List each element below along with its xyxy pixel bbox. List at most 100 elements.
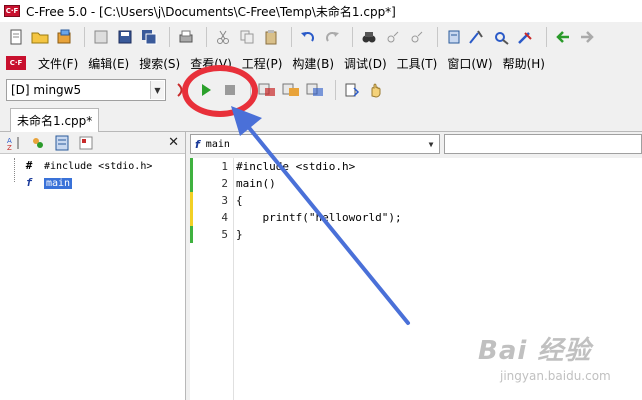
tab-label: 未命名1.cpp* (17, 114, 93, 128)
find-next-icon[interactable] (383, 27, 403, 47)
symbol-tree: # #include <stdio.h> f main (0, 154, 185, 191)
code-text: #include <stdio.h> (236, 160, 356, 173)
back-arrow-icon[interactable] (553, 27, 573, 47)
save-all-icon[interactable] (139, 27, 159, 47)
toolbar-separator (335, 80, 336, 100)
code-line[interactable]: 5 } (190, 226, 642, 243)
build-all-icon[interactable] (305, 80, 325, 100)
symbol-panel: AZ ✕ # #include <stdio.h> f main (0, 132, 186, 400)
menu-window[interactable]: 窗口(W) (443, 55, 498, 72)
toolbar-separator (206, 27, 207, 47)
main-toolbar (0, 22, 642, 52)
undo-icon[interactable] (298, 27, 318, 47)
menu-file[interactable]: 文件(F) (34, 55, 84, 72)
cut-icon[interactable] (213, 27, 233, 47)
settings-icon[interactable] (492, 27, 512, 47)
tree-item-label: #include <stdio.h> (44, 160, 153, 172)
code-line[interactable]: 2 main() (190, 175, 642, 192)
window-title: C-Free 5.0 - [C:\Users\j\Documents\C-Fre… (26, 4, 396, 19)
title-bar: C·F C-Free 5.0 - [C:\Users\j\Documents\C… (0, 0, 642, 22)
editor-header: f main ▼ (190, 132, 642, 156)
new-file-icon[interactable] (6, 27, 26, 47)
function-icon: f (195, 137, 200, 151)
change-marker (190, 158, 193, 175)
change-marker (190, 209, 193, 226)
class-view-icon[interactable] (52, 133, 72, 153)
forward-arrow-icon[interactable] (577, 27, 597, 47)
breakpoint-hand-icon[interactable] (366, 80, 386, 100)
build-toolbar: [D] mingw5 ▼ (0, 74, 642, 110)
code-line[interactable]: 4 printf("helloworld"); (190, 209, 642, 226)
debug-tool-icon[interactable] (516, 27, 536, 47)
options-icon[interactable] (444, 27, 464, 47)
watermark: Bai 经验 jingyan.baidu.com (478, 330, 611, 383)
toolbar-separator (84, 27, 85, 47)
sort-az-icon[interactable]: AZ (4, 133, 24, 153)
change-marker (190, 226, 193, 243)
compiler-select-value: [D] mingw5 (11, 83, 82, 97)
function-select-value: main (205, 138, 230, 150)
open-folder-icon[interactable] (30, 27, 50, 47)
menu-help[interactable]: 帮助(H) (499, 55, 551, 72)
code-text: } (236, 228, 243, 241)
redo-icon[interactable] (322, 27, 342, 47)
scope-select[interactable] (444, 134, 642, 154)
menu-project[interactable]: 工程(P) (238, 55, 289, 72)
menu-build[interactable]: 构建(B) (288, 55, 340, 72)
menu-tools[interactable]: 工具(T) (393, 55, 444, 72)
toolbar-separator (546, 27, 547, 47)
toolbar-separator (169, 27, 170, 47)
menu-logo-icon: C·F (6, 56, 26, 70)
tools-icon[interactable] (468, 27, 488, 47)
menu-edit[interactable]: 编辑(E) (84, 55, 135, 72)
menu-bar: C·F 文件(F) 编辑(E) 搜索(S) 查看(V) 工程(P) 构建(B) … (0, 52, 642, 74)
file-tab-bar: 未命名1.cpp* (0, 108, 642, 132)
file-view-icon[interactable] (76, 133, 96, 153)
function-icon: f (25, 176, 33, 189)
toolbar-separator (352, 27, 353, 47)
close-file-icon[interactable] (91, 27, 111, 47)
line-number: 3 (221, 194, 228, 207)
tree-item-main[interactable]: f main (0, 175, 185, 191)
code-text: { (236, 194, 243, 207)
print-icon[interactable] (176, 27, 196, 47)
open-project-icon[interactable] (54, 27, 74, 47)
change-marker (190, 192, 193, 209)
chevron-down-icon[interactable]: ▼ (150, 81, 164, 99)
app-logo-icon: C·F (4, 5, 20, 17)
debug-icon[interactable] (342, 80, 362, 100)
code-text: main() (236, 177, 276, 190)
paste-icon[interactable] (261, 27, 281, 47)
line-number: 2 (221, 177, 228, 190)
change-marker (190, 175, 193, 192)
group-icon[interactable] (28, 133, 48, 153)
close-icon[interactable]: ✕ (168, 135, 179, 150)
build-icon[interactable] (257, 80, 277, 100)
tab-untitled-1[interactable]: 未命名1.cpp* (10, 108, 100, 132)
menu-debug[interactable]: 调试(D) (340, 55, 393, 72)
code-line[interactable]: 1 #include <stdio.h> (190, 158, 642, 175)
svg-text:Z: Z (7, 144, 12, 151)
chevron-down-icon[interactable]: ▼ (424, 136, 438, 152)
line-number: 4 (221, 211, 228, 224)
copy-icon[interactable] (237, 27, 257, 47)
code-line[interactable]: 3 { (190, 192, 642, 209)
rebuild-icon[interactable] (281, 80, 301, 100)
find-icon[interactable] (359, 27, 379, 47)
tree-item-include[interactable]: # #include <stdio.h> (0, 158, 185, 174)
preprocessor-icon: # (25, 159, 33, 172)
toolbar-separator (291, 27, 292, 47)
line-number: 1 (221, 160, 228, 173)
menu-search[interactable]: 搜索(S) (135, 55, 186, 72)
replace-icon[interactable] (407, 27, 427, 47)
code-text: printf("helloworld"); (236, 211, 402, 224)
compiler-select[interactable]: [D] mingw5 ▼ (6, 79, 166, 101)
function-select[interactable]: f main ▼ (190, 134, 440, 154)
symbol-panel-toolbar: AZ ✕ (0, 132, 185, 154)
line-number: 5 (221, 228, 228, 241)
tree-item-label: main (44, 177, 73, 189)
toolbar-separator (437, 27, 438, 47)
watermark-logo: Bai 经验 (478, 336, 592, 366)
save-icon[interactable] (115, 27, 135, 47)
watermark-url: jingyan.baidu.com (500, 369, 611, 383)
